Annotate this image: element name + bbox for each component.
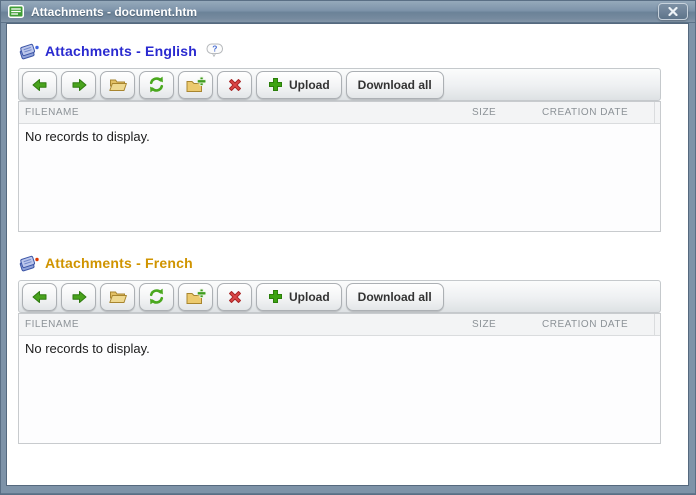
table-header-row: FILENAME SIZE CREATION DATE: [19, 102, 660, 124]
back-arrow-icon: [31, 76, 49, 94]
refresh-icon: [147, 287, 166, 306]
upload-button[interactable]: Upload: [256, 283, 342, 311]
section-header-english: Attachments - English ?: [18, 40, 661, 62]
delete-x-icon: [226, 76, 244, 94]
section-title: Attachments - English: [45, 43, 197, 59]
column-header-creation-date[interactable]: CREATION DATE: [542, 107, 654, 118]
new-folder-button[interactable]: [178, 283, 213, 311]
refresh-button[interactable]: [139, 283, 174, 311]
dialog-titlebar[interactable]: Attachments - document.htm: [1, 1, 695, 23]
back-button[interactable]: [22, 283, 57, 311]
toolbar-french: Upload Download all: [18, 280, 661, 313]
upload-button-label: Upload: [289, 78, 330, 92]
column-header-size[interactable]: SIZE: [472, 107, 542, 118]
language-dot: [35, 46, 38, 49]
table-header-spacer: [654, 102, 660, 123]
back-button[interactable]: [22, 71, 57, 99]
document-window-icon: [8, 5, 24, 18]
download-all-button[interactable]: Download all: [346, 71, 444, 99]
forward-button[interactable]: [61, 283, 96, 311]
delete-button[interactable]: [217, 71, 252, 99]
section-header-french: Attachments - French: [18, 252, 661, 274]
forward-button[interactable]: [61, 71, 96, 99]
column-header-filename[interactable]: FILENAME: [19, 107, 472, 118]
empty-table-message: No records to display.: [19, 124, 660, 231]
section-title: Attachments - French: [45, 255, 193, 271]
new-folder-button[interactable]: [178, 71, 213, 99]
table-header-spacer: [654, 314, 660, 335]
upload-button-label: Upload: [289, 290, 330, 304]
svg-text:?: ?: [212, 44, 217, 54]
toolbar-english: Upload Download all: [18, 68, 661, 101]
refresh-button[interactable]: [139, 71, 174, 99]
open-folder-button[interactable]: [100, 71, 135, 99]
empty-table-message: No records to display.: [19, 336, 660, 443]
table-header-row: FILENAME SIZE CREATION DATE: [19, 314, 660, 336]
attachments-table-english: FILENAME SIZE CREATION DATE No records t…: [18, 101, 661, 232]
delete-button[interactable]: [217, 283, 252, 311]
open-folder-icon: [108, 76, 128, 93]
download-all-button-label: Download all: [358, 290, 432, 304]
column-header-creation-date[interactable]: CREATION DATE: [542, 319, 654, 330]
download-all-button[interactable]: Download all: [346, 283, 444, 311]
language-dot: [35, 258, 38, 261]
help-icon[interactable]: ?: [206, 43, 224, 59]
forward-arrow-icon: [70, 76, 88, 94]
download-all-button-label: Download all: [358, 78, 432, 92]
back-arrow-icon: [31, 288, 49, 306]
attachments-section-english: Attachments - English ?: [18, 40, 661, 232]
dialog-content: Attachments - English ?: [6, 23, 689, 486]
open-folder-button[interactable]: [100, 283, 135, 311]
upload-button[interactable]: Upload: [256, 71, 342, 99]
column-header-size[interactable]: SIZE: [472, 319, 542, 330]
plus-icon: [268, 289, 283, 304]
attachments-icon: [18, 254, 39, 272]
dialog-title: Attachments - document.htm: [31, 5, 197, 19]
attachments-icon: [18, 42, 39, 60]
open-folder-icon: [108, 288, 128, 305]
attachments-table-french: FILENAME SIZE CREATION DATE No records t…: [18, 313, 661, 444]
forward-arrow-icon: [70, 288, 88, 306]
new-folder-icon: [185, 76, 206, 94]
attachments-dialog: Attachments - document.htm: [0, 0, 696, 495]
column-header-filename[interactable]: FILENAME: [19, 319, 472, 330]
new-folder-icon: [185, 288, 206, 306]
attachments-section-french: Attachments - French: [18, 252, 661, 444]
delete-x-icon: [226, 288, 244, 306]
close-icon: [668, 7, 678, 16]
refresh-icon: [147, 75, 166, 94]
plus-icon: [268, 77, 283, 92]
close-button[interactable]: [658, 3, 688, 20]
